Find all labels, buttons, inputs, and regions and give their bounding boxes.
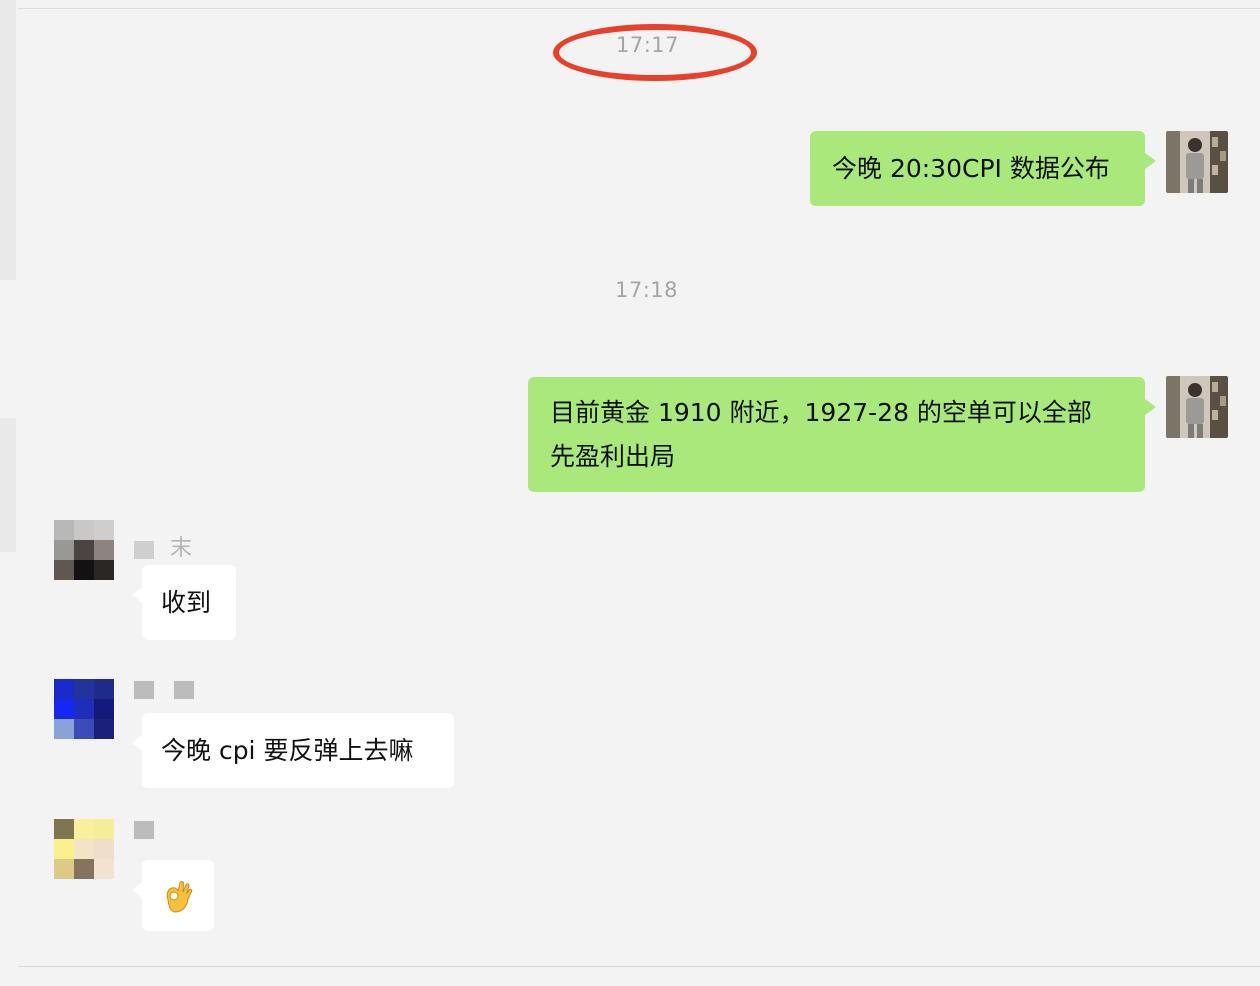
avatar[interactable] [54, 520, 114, 580]
outgoing-message-bubble[interactable]: 今晚 20:30CPI 数据公布 [810, 131, 1156, 206]
outgoing-message-bubble[interactable]: 目前黄金 1910 附近，1927-28 的空单可以全部 先盈利出局 [528, 377, 1156, 492]
avatar[interactable] [54, 679, 114, 739]
sidebar-edge [0, 418, 16, 552]
avatar[interactable] [1166, 376, 1228, 438]
sender-name-redacted [134, 541, 154, 559]
message-text: 收到 [161, 588, 212, 617]
sender-name-redacted [134, 681, 154, 699]
message-text: 今晚 cpi 要反弹上去嘛 [161, 736, 414, 765]
sender-name: 末 [170, 536, 193, 561]
chat-window: 17:17 17:18 今晚 20:30CPI 数据公布 目前黄金 1910 附… [0, 0, 1260, 986]
incoming-message-bubble[interactable]: 今晚 cpi 要反弹上去嘛 [132, 713, 454, 788]
incoming-message-bubble[interactable] [132, 860, 214, 931]
timestamp: 17:18 [615, 278, 679, 302]
sender-name-redacted [134, 821, 154, 839]
self-avatar-image [1166, 131, 1228, 193]
incoming-message-bubble[interactable]: 收到 [132, 565, 236, 640]
red-annotation-circle [553, 24, 757, 81]
message-text: 今晚 20:30CPI 数据公布 [832, 154, 1110, 183]
avatar[interactable] [54, 819, 114, 879]
self-avatar-image [1166, 376, 1228, 438]
divider [18, 966, 1260, 967]
divider [18, 8, 1260, 9]
avatar[interactable] [1166, 131, 1228, 193]
ok-hand-emoji-icon [166, 881, 193, 913]
sidebar-edge [0, 0, 16, 280]
sender-name-redacted [174, 681, 194, 699]
message-text-line: 先盈利出局 [550, 442, 676, 471]
message-text-line: 目前黄金 1910 附近，1927-28 的空单可以全部 [550, 398, 1092, 427]
